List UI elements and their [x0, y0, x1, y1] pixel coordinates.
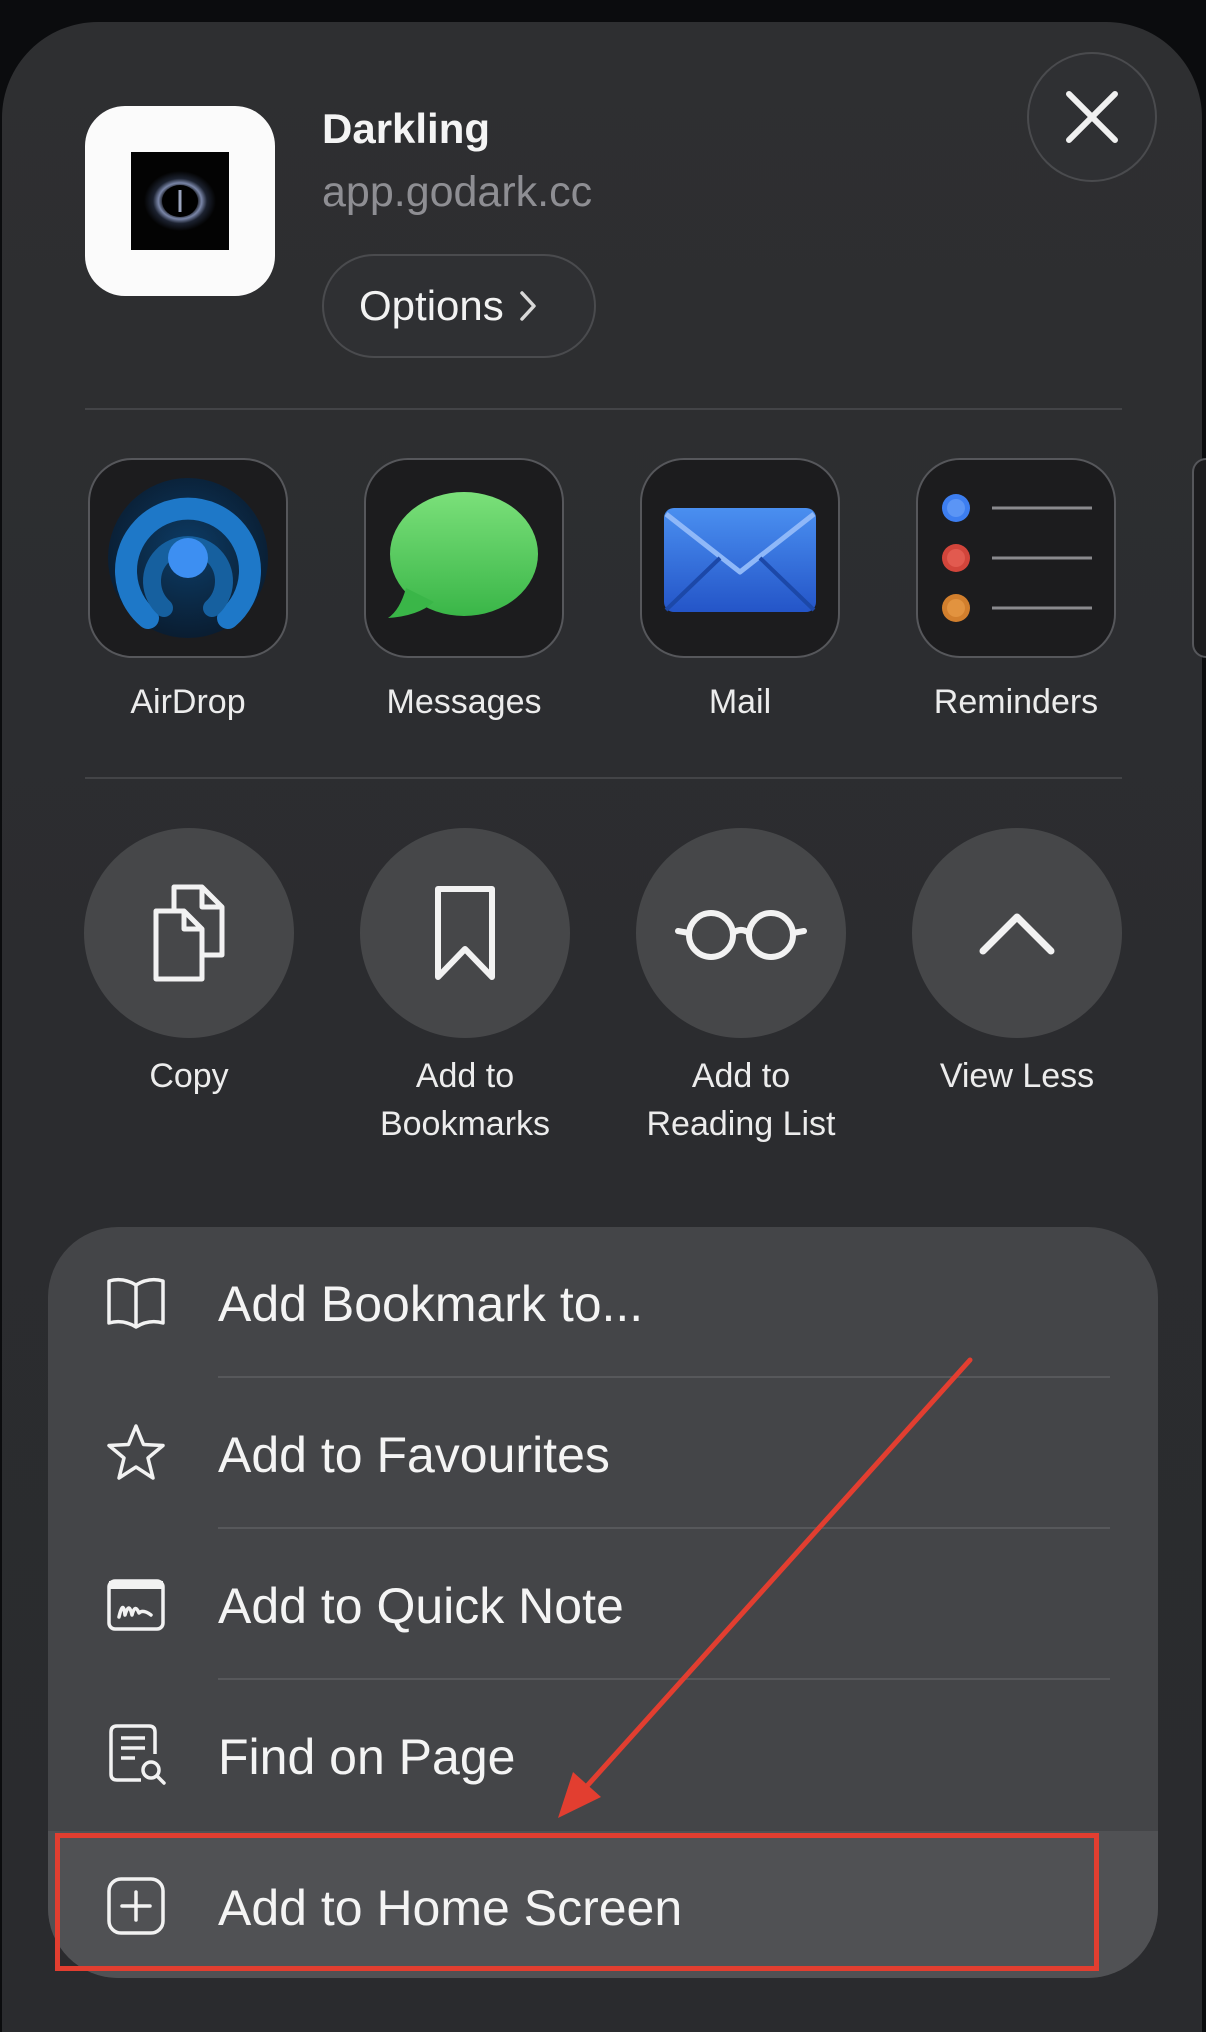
annotation-arrow-icon	[558, 1357, 973, 1818]
